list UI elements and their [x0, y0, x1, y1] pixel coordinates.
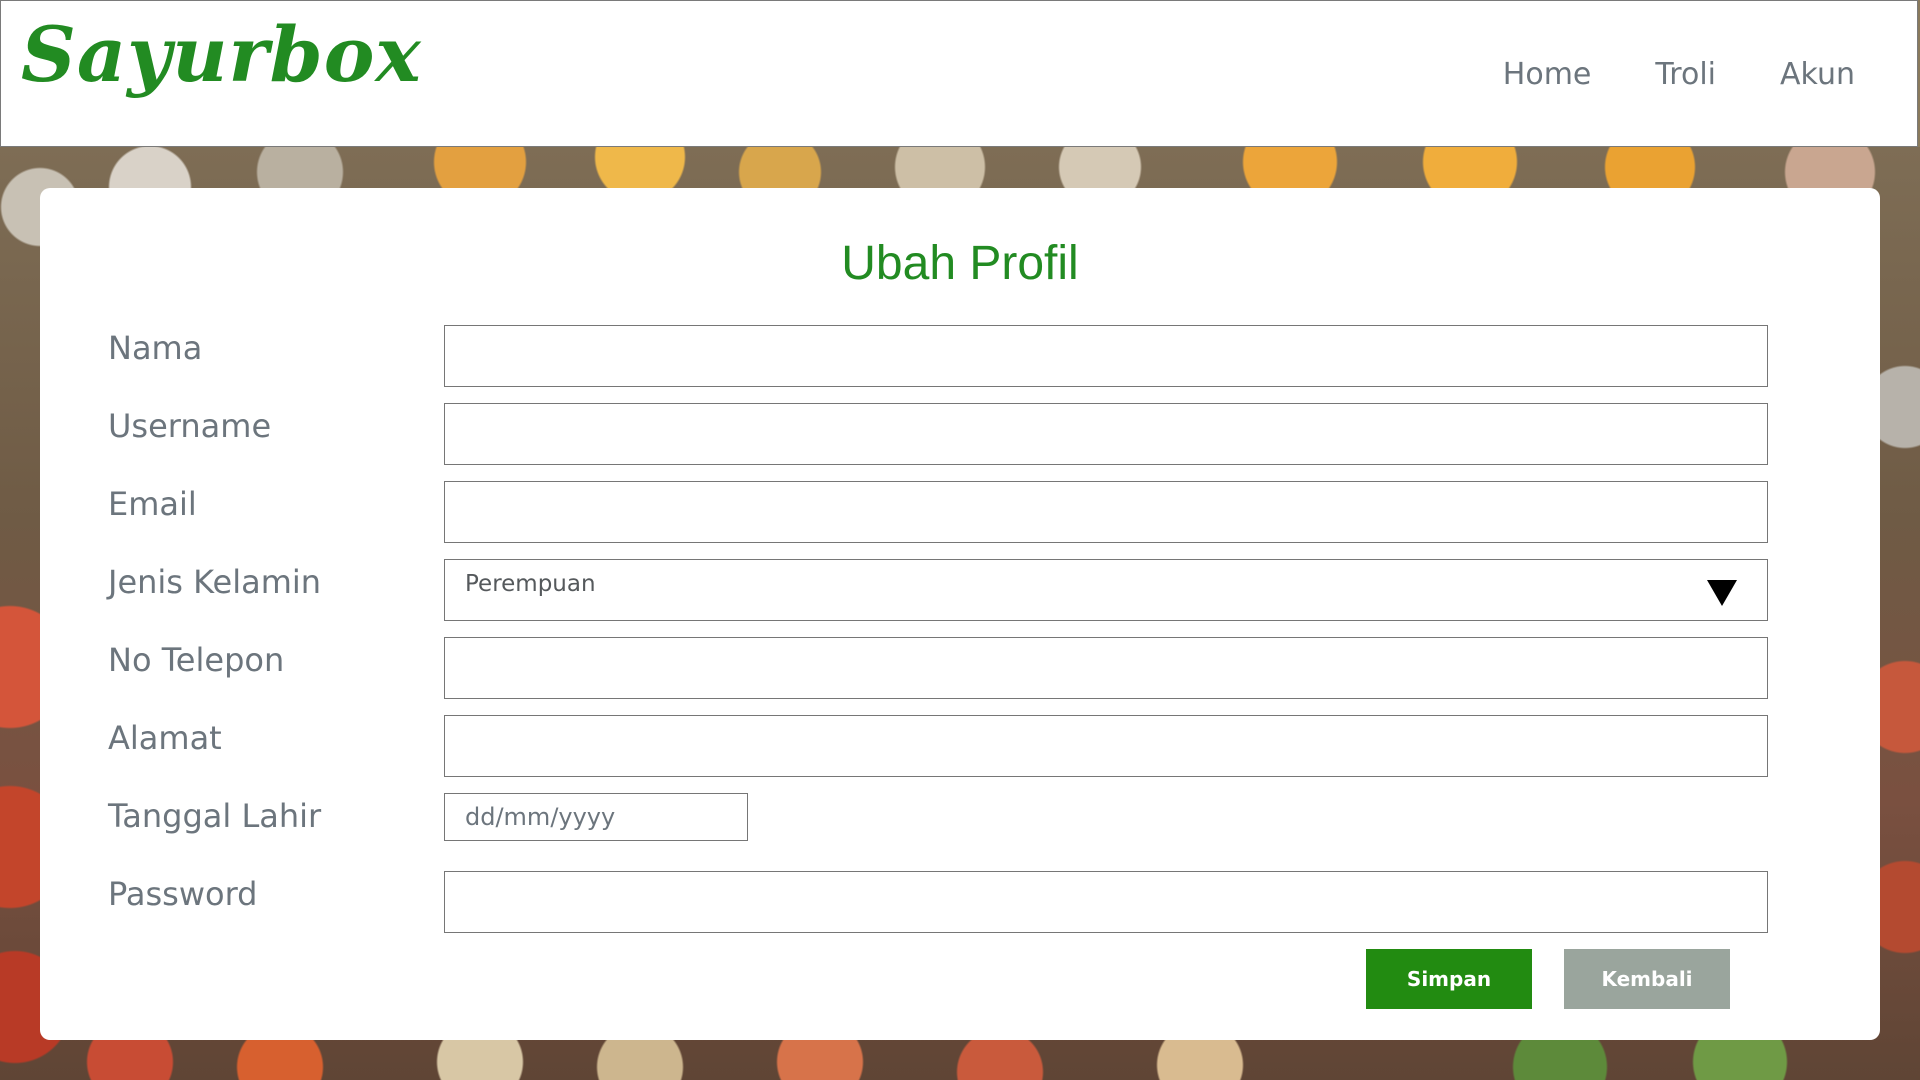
no-telepon-row: No Telepon	[108, 637, 1768, 699]
no-telepon-label: No Telepon	[108, 641, 285, 679]
username-label: Username	[108, 407, 272, 445]
email-input[interactable]	[444, 481, 1768, 543]
password-input[interactable]	[444, 871, 1768, 933]
tanggal-lahir-input[interactable]	[444, 793, 748, 841]
alamat-row: Alamat	[108, 715, 1768, 777]
kembali-button[interactable]: Kembali	[1564, 949, 1730, 1009]
no-telepon-input[interactable]	[444, 637, 1768, 699]
nama-input[interactable]	[444, 325, 1768, 387]
main-nav: Home Troli Akun	[1503, 57, 1855, 92]
tanggal-lahir-label: Tanggal Lahir	[108, 797, 322, 835]
edit-profile-card: Ubah Profil Nama Username Email Jenis Ke…	[40, 188, 1880, 1040]
simpan-button[interactable]: Simpan	[1366, 949, 1532, 1009]
email-label: Email	[108, 485, 197, 523]
nav-akun-link[interactable]: Akun	[1780, 57, 1855, 92]
username-row: Username	[108, 403, 1768, 465]
nav-troli-link[interactable]: Troli	[1655, 57, 1716, 92]
username-input[interactable]	[444, 403, 1768, 465]
alamat-input[interactable]	[444, 715, 1768, 777]
jenis-kelamin-select[interactable]: Perempuan	[444, 559, 1768, 621]
jenis-kelamin-label: Jenis Kelamin	[108, 563, 322, 601]
alamat-label: Alamat	[108, 719, 222, 757]
password-label: Password	[108, 875, 258, 913]
jenis-kelamin-row: Jenis Kelamin Perempuan	[108, 559, 1768, 621]
email-row: Email	[108, 481, 1768, 543]
dropdown-arrow-icon	[1707, 580, 1737, 606]
jenis-kelamin-selected-value: Perempuan	[465, 571, 596, 597]
nama-label: Nama	[108, 329, 203, 367]
sayurbox-logo[interactable]: Sayurbox	[21, 17, 422, 93]
password-row: Password	[108, 871, 1768, 933]
nav-home-link[interactable]: Home	[1503, 57, 1592, 92]
navbar: Sayurbox Home Troli Akun	[0, 0, 1918, 147]
page-title: Ubah Profil	[841, 237, 1079, 290]
nama-row: Nama	[108, 325, 1768, 387]
tanggal-lahir-row: Tanggal Lahir	[108, 793, 1768, 855]
